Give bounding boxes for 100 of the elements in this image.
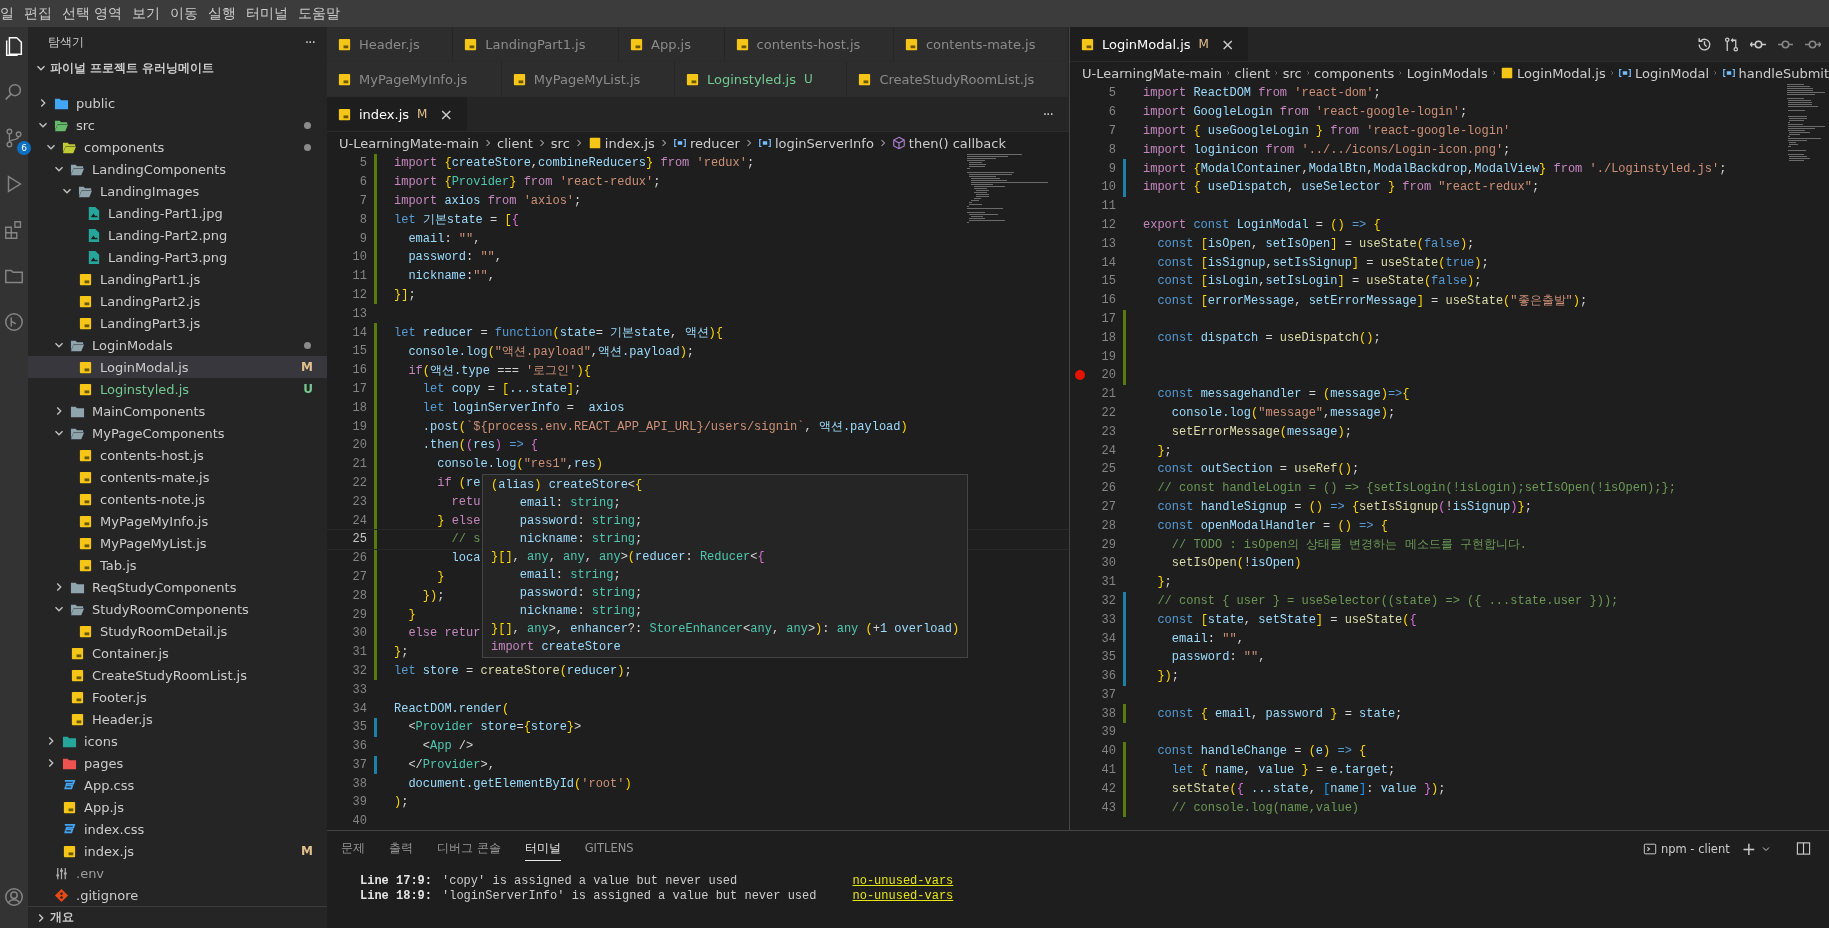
panel-tab[interactable]: 디버그 콘솔 — [437, 836, 501, 861]
panel-tab[interactable]: 출력 — [389, 836, 413, 861]
menu-item[interactable]: 터미널 — [246, 4, 296, 23]
tree-item[interactable]: Header.js — [28, 708, 327, 730]
js-file-icon — [587, 136, 602, 150]
tree-item[interactable]: components — [28, 136, 327, 158]
tree-item[interactable]: LandingPart2.js — [28, 290, 327, 312]
breadcrumb-item[interactable]: loginServerInfo — [757, 135, 874, 151]
tree-item[interactable]: Tab.js — [28, 554, 327, 576]
editor-tab[interactable]: MyPageMyInfo.js — [327, 62, 502, 96]
tree-item[interactable]: Loginstyled.js U — [28, 378, 327, 400]
tree-item[interactable]: StudyRoomComponents — [28, 598, 327, 620]
menu-item[interactable]: 실행 — [208, 4, 244, 23]
account-icon[interactable] — [3, 886, 25, 908]
breadcrumb-item[interactable]: LoginModal — [1618, 65, 1710, 81]
close-button[interactable]: × — [439, 104, 453, 124]
rule-link[interactable]: no-unused-vars — [852, 874, 954, 889]
split-icon[interactable] — [1796, 841, 1811, 856]
tree-item[interactable]: index.css — [28, 818, 327, 840]
tree-item[interactable]: icons — [28, 730, 327, 752]
breadcrumb-item[interactable]: client — [497, 135, 533, 151]
menu-item[interactable]: 보기 — [132, 4, 168, 23]
breadcrumb-item[interactable]: U-LearningMate-main — [1082, 65, 1223, 81]
section-header[interactable]: 개요 — [28, 906, 327, 928]
menu-item[interactable]: 일 — [0, 4, 21, 23]
tree-item[interactable]: LoginModals — [28, 334, 327, 356]
tree-item[interactable]: CreateStudyRoomList.js — [28, 664, 327, 686]
tree-item[interactable]: Footer.js — [28, 686, 327, 708]
tree-item[interactable]: App.js — [28, 796, 327, 818]
editor-tab[interactable]: CreateStudyRoomList.js — [847, 62, 1069, 96]
breadcrumb-item[interactable]: then() callback — [891, 135, 1006, 151]
files-icon[interactable] — [3, 35, 25, 57]
menu-item[interactable]: 이동 — [170, 4, 206, 23]
menu-item[interactable]: 도움말 — [298, 4, 348, 23]
editor-tab[interactable]: LoginModal.js M × — [1070, 27, 1250, 61]
tree-item[interactable]: MainComponents — [28, 400, 327, 422]
breadcrumb-item[interactable]: reducer — [672, 135, 740, 151]
editor-tab[interactable]: LandingPart1.js — [453, 27, 620, 61]
tree-item[interactable]: src — [28, 114, 327, 136]
tree-item[interactable]: LandingComponents — [28, 158, 327, 180]
editor-tab[interactable]: MyPageMyList.js — [501, 62, 675, 96]
panel-tab[interactable]: 터미널 — [524, 836, 561, 861]
code-line: let copy = [...state]; — [421, 381, 582, 396]
tree-item[interactable]: contents-mate.js — [28, 466, 327, 488]
breadcrumb-item[interactable]: U-LearningMate-main — [339, 135, 480, 151]
line-number: 38 — [351, 776, 367, 791]
editor-tab[interactable]: contents-host.js — [724, 27, 894, 61]
editor-tab[interactable]: index.js M × — [327, 97, 468, 131]
tree-item[interactable]: LandingPart1.js — [28, 268, 327, 290]
tree-item[interactable]: .gitignore — [28, 884, 327, 906]
new-terminal-button[interactable]: + — [1741, 838, 1756, 859]
code-line: const openModalHandler = () => { — [1156, 518, 1388, 533]
tree-item[interactable]: MyPageMyInfo.js — [28, 510, 327, 532]
compare-changes-icon[interactable] — [1723, 35, 1740, 53]
tree-item[interactable]: LandingPart3.js — [28, 312, 327, 334]
code-line: export const LoginModal = () => { — [1143, 217, 1381, 232]
git-graph-icon[interactable] — [3, 311, 25, 333]
menu-item[interactable]: 선택 영역 — [62, 4, 130, 23]
breadcrumb-item[interactable]: handleSubmit — [1721, 65, 1829, 81]
breadcrumb-item[interactable]: client — [1234, 65, 1271, 81]
tree-item[interactable]: LandingImages — [28, 180, 327, 202]
tree-item[interactable]: LoginModal.js M — [28, 356, 327, 378]
editor-tab[interactable]: App.js — [619, 27, 725, 61]
tree-item[interactable]: StudyRoomDetail.js — [28, 620, 327, 642]
history-icon[interactable] — [1696, 35, 1713, 53]
tree-item[interactable]: Container.js — [28, 642, 327, 664]
breadcrumb-item[interactable]: src — [1282, 65, 1302, 81]
tree-item[interactable]: App.css — [28, 774, 327, 796]
tree-item[interactable]: Landing-Part3.png — [28, 246, 327, 268]
breakpoint-icon[interactable] — [1075, 370, 1085, 381]
tree-item[interactable]: Landing-Part2.png — [28, 224, 327, 246]
tree-item[interactable]: pages — [28, 752, 327, 774]
tree-item[interactable]: MyPageMyList.js — [28, 532, 327, 554]
tree-item[interactable]: Landing-Part1.jpg — [28, 202, 327, 224]
terminal-selector[interactable]: npm - client — [1642, 841, 1730, 856]
tree-item[interactable]: contents-note.js — [28, 488, 327, 510]
more-actions-button[interactable]: ··· — [1042, 106, 1069, 122]
breadcrumb-item[interactable]: LoginModals — [1406, 65, 1488, 81]
tree-item[interactable]: ReqStudyComponents — [28, 576, 327, 598]
close-button[interactable]: × — [1220, 34, 1235, 54]
tree-item[interactable]: public — [28, 92, 327, 114]
section-header[interactable]: 파이널 프로젝트 유러닝메이트 — [28, 57, 327, 79]
breadcrumb-item[interactable]: components — [1314, 65, 1395, 81]
panel-tab[interactable]: 문제 — [341, 836, 365, 861]
editor-tab[interactable]: Header.js — [327, 27, 454, 61]
tree-item[interactable]: MyPageComponents — [28, 422, 327, 444]
more-actions-button[interactable]: ··· — [304, 34, 315, 50]
panel-tab[interactable]: GITLENS — [584, 837, 634, 860]
menu-item[interactable]: 편집 — [24, 4, 59, 23]
tree-item[interactable]: index.js M — [28, 840, 327, 862]
editor-tab[interactable]: contents-mate.js — [893, 27, 1069, 61]
tree-item[interactable]: contents-host.js — [28, 444, 327, 466]
breadcrumb-item[interactable]: LoginModal.js — [1500, 65, 1606, 81]
line-number: 24 — [1100, 443, 1116, 458]
breadcrumb-item[interactable]: index.js — [587, 135, 655, 151]
rule-link[interactable]: no-unused-vars — [852, 889, 954, 904]
tree-item[interactable]: .env — [28, 862, 327, 884]
editor-tab[interactable]: Loginstyled.js U — [674, 62, 848, 96]
source-control-icon[interactable] — [3, 127, 25, 149]
breadcrumb-item[interactable]: src — [550, 135, 570, 151]
